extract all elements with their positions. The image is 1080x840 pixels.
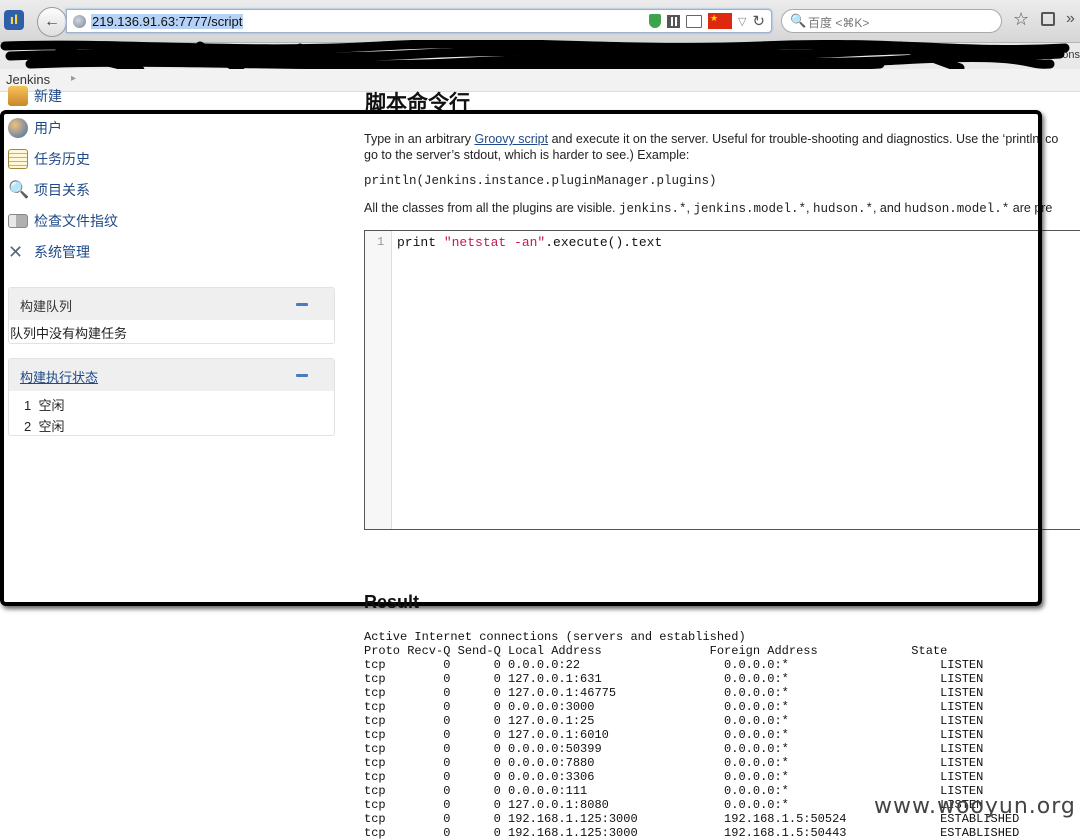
- sidebar-item-build-history[interactable]: 任务历史: [8, 149, 90, 169]
- qr-code-icon[interactable]: [666, 14, 680, 28]
- description-text-2: and execute it on the server. Useful for…: [548, 132, 1059, 146]
- reader-view-icon[interactable]: [685, 14, 702, 28]
- classes-note: All the classes from all the plugins are…: [364, 201, 1053, 216]
- groovy-script-link[interactable]: Groovy script: [474, 132, 548, 146]
- classes-end: are pre: [1012, 201, 1053, 215]
- address-bar[interactable]: 219.136.91.63:7777/script ★ ▽ ↻: [66, 9, 772, 33]
- browser-toolbar: ıl ← 219.136.91.63:7777/script ★ ▽ ↻ 🔍 百…: [0, 0, 1080, 43]
- search-icon: 🔍: [8, 180, 30, 199]
- url-dropdown-icon[interactable]: ▽: [738, 15, 746, 28]
- executors-title-link[interactable]: 构建执行状态: [20, 367, 98, 386]
- globe-icon: [73, 15, 86, 28]
- code-jenkins-model: jenkins.model.*: [693, 202, 806, 216]
- result-row: tcp 0 0 0.0.0.0:50399 0.0.0.0:* LISTEN: [364, 742, 984, 756]
- china-flag-icon[interactable]: ★: [707, 13, 732, 29]
- sidebar-item-manage[interactable]: ✕ 系统管理: [8, 242, 90, 262]
- new-item-icon: [8, 86, 28, 106]
- page-title: 脚本命令行: [365, 92, 470, 115]
- result-row: tcp 0 0 127.0.0.1:46775 0.0.0.0:* LISTEN: [364, 686, 984, 700]
- code-hudson: hudson.*: [812, 202, 873, 216]
- build-queue-title: 构建队列: [20, 299, 73, 314]
- sidebar-item-fingerprint[interactable]: 检查文件指纹: [8, 211, 118, 231]
- result-row: tcp 0 0 192.168.1.125:3000 192.168.1.5:5…: [364, 826, 1020, 840]
- executor-row: 1 空闲: [24, 395, 64, 414]
- executor-number: 2: [24, 419, 32, 434]
- app-icon[interactable]: ıl: [4, 10, 24, 30]
- result-row: tcp 0 0 127.0.0.1:631 0.0.0.0:* LISTEN: [364, 672, 984, 686]
- fingerprint-icon: [8, 214, 28, 228]
- sidebar-item-new[interactable]: 新建: [8, 86, 62, 106]
- sidebar-item-label: 任务历史: [34, 151, 90, 167]
- sidebar-item-label: 用户: [34, 120, 62, 136]
- code-call: .execute().text: [545, 235, 663, 250]
- script-code[interactable]: print "netstat -an".execute().text: [397, 235, 662, 250]
- more-tools-icon[interactable]: »: [1066, 10, 1075, 28]
- executor-status: 空闲: [38, 398, 65, 413]
- minimize-icon[interactable]: [296, 303, 308, 306]
- build-queue-header: 构建队列: [9, 288, 334, 320]
- code-keyword: print: [397, 235, 444, 250]
- result-row: tcp 0 0 0.0.0.0:7880 0.0.0.0:* LISTEN: [364, 756, 984, 770]
- result-row: tcp 0 0 127.0.0.1:6010 0.0.0.0:* LISTEN: [364, 728, 984, 742]
- result-row: tcp 0 0 0.0.0.0:3000 0.0.0.0:* LISTEN: [364, 700, 984, 714]
- sidebar-item-label: 检查文件指纹: [34, 213, 118, 229]
- bookmark-star-icon[interactable]: ☆: [1013, 9, 1029, 30]
- shield-icon[interactable]: [648, 14, 661, 28]
- result-row: tcp 0 0 127.0.0.1:25 0.0.0.0:* LISTEN: [364, 714, 984, 728]
- sidebar-item-label: 系统管理: [34, 244, 90, 260]
- result-row: tcp 0 0 0.0.0.0:3306 0.0.0.0:* LISTEN: [364, 770, 984, 784]
- result-header: Active Internet connections (servers and…: [364, 630, 746, 644]
- description: Type in an arbitrary Groovy script and e…: [364, 131, 1080, 163]
- breadcrumb-arrow-icon[interactable]: ▸: [71, 73, 76, 84]
- sidebar-item-label: 项目关系: [34, 182, 90, 198]
- sidebar-item-users[interactable]: 用户: [8, 118, 62, 138]
- breadcrumb: Jenkins ▸: [0, 69, 1080, 92]
- build-queue-empty: 队列中没有构建任务: [10, 326, 128, 341]
- search-placeholder: 百度 <⌘K>: [808, 16, 870, 30]
- watermark: www.wooyun.org: [874, 794, 1076, 819]
- line-number: 1: [377, 235, 385, 249]
- example-code: println(Jenkins.instance.pluginManager.p…: [364, 174, 717, 188]
- search-engine-icon[interactable]: 🔍: [790, 13, 806, 29]
- bookmarks-menu-icon[interactable]: [1041, 12, 1055, 26]
- executors-header: 构建执行状态: [9, 359, 334, 391]
- description-text: Type in an arbitrary: [364, 132, 475, 146]
- code-jenkins: jenkins.*: [619, 202, 687, 216]
- executor-number: 1: [24, 398, 32, 413]
- back-button[interactable]: ←: [37, 7, 67, 37]
- users-icon: [8, 118, 28, 138]
- script-editor[interactable]: 1 print "netstat -an".execute().text: [364, 230, 1080, 530]
- classes-and: and: [879, 201, 901, 215]
- url-text[interactable]: 219.136.91.63:7777/script: [91, 14, 244, 29]
- executor-status: 空闲: [38, 419, 65, 434]
- minimize-icon[interactable]: [296, 374, 308, 377]
- search-bar[interactable]: 🔍 百度 <⌘K>: [781, 9, 1002, 33]
- executors-panel: 构建执行状态 1 空闲 2 空闲: [8, 358, 335, 436]
- executor-row: 2 空闲: [24, 416, 64, 435]
- description-line2: go to the server’s stdout, which is hard…: [364, 148, 690, 162]
- tools-icon: ✕: [8, 242, 24, 262]
- build-queue-panel: 构建队列 队列中没有构建任务: [8, 287, 335, 344]
- code-string: "netstat -an": [443, 235, 546, 250]
- result-title: Result: [364, 592, 420, 612]
- sidebar-item-project-relationship[interactable]: 🔍 项目关系: [8, 180, 90, 200]
- result-row: tcp 0 0 0.0.0.0:22 0.0.0.0:* LISTEN: [364, 658, 984, 672]
- reload-icon[interactable]: ↻: [752, 12, 765, 30]
- classes-text: All the classes from all the plugins are…: [364, 201, 616, 215]
- build-history-icon: [8, 149, 28, 169]
- back-arrow-icon: ←: [44, 13, 60, 30]
- sidebar-item-label: 新建: [34, 88, 62, 104]
- breadcrumb-jenkins[interactable]: Jenkins: [6, 72, 50, 87]
- code-hudson-model: hudson.model.*: [904, 202, 1010, 216]
- editor-gutter: 1: [365, 231, 392, 529]
- result-columns: Proto Recv-Q Send-Q Local Address Foreig…: [364, 644, 948, 658]
